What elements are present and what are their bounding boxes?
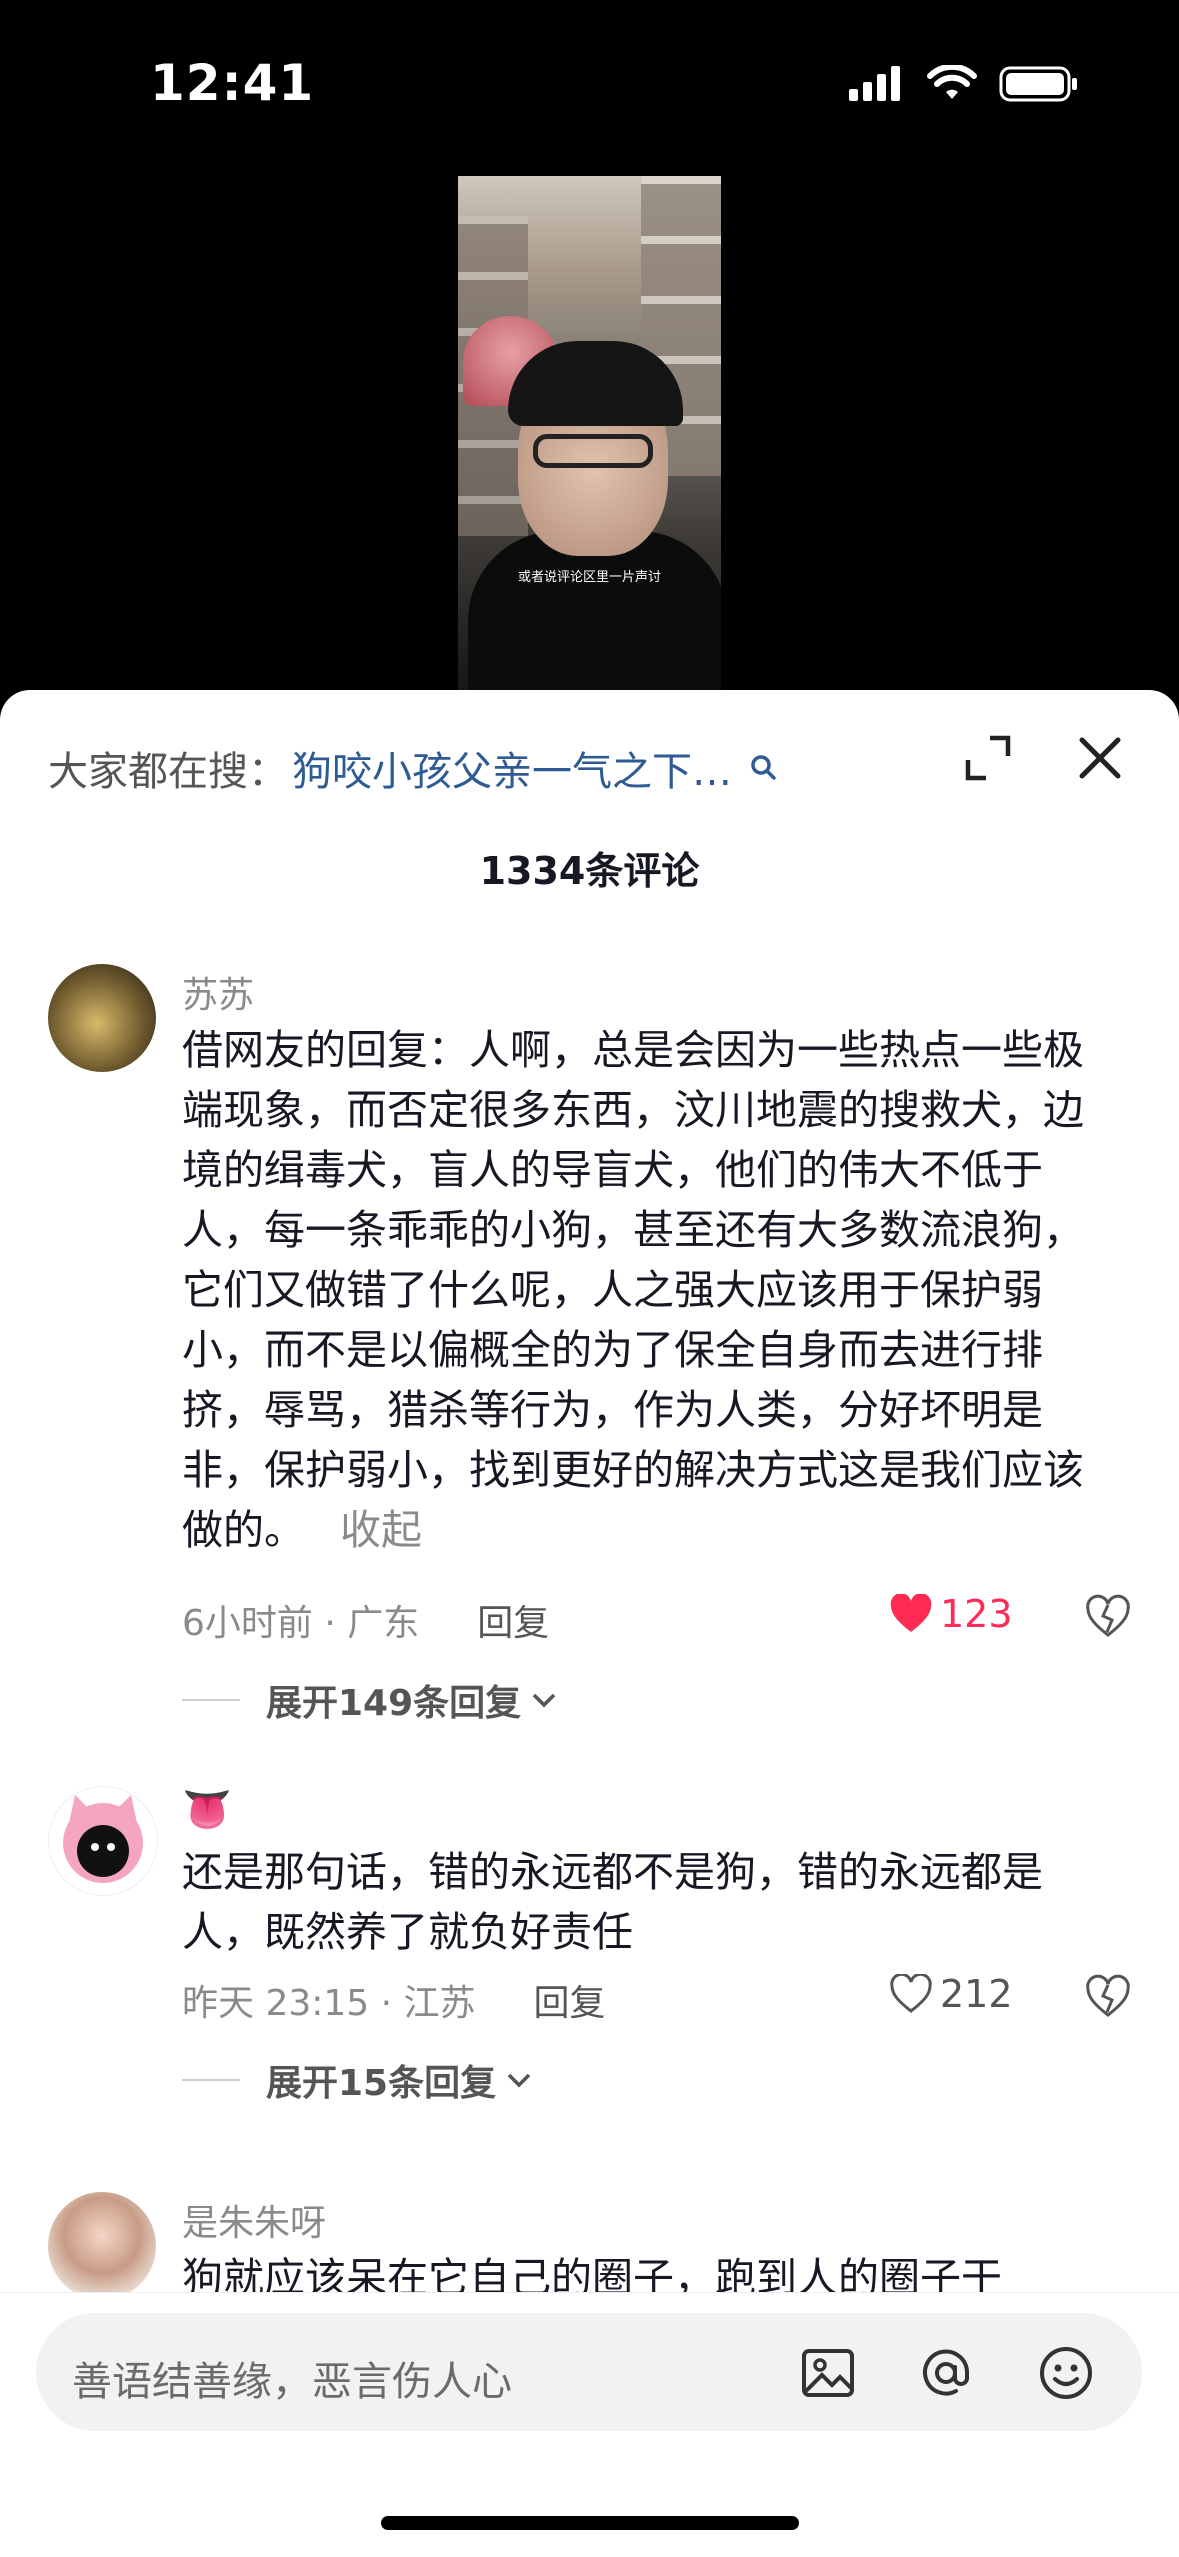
- like-button[interactable]: 123: [890, 1592, 1013, 1636]
- comment-username[interactable]: 是朱朱呀: [182, 2194, 326, 2246]
- like-count: 123: [940, 1592, 1013, 1636]
- expand-replies-button[interactable]: 展开15条回复: [182, 2054, 536, 2106]
- video-player[interactable]: 或者说评论区里一片声讨: [458, 176, 721, 696]
- comment-sheet: 大家都在搜： 狗咬小孩父亲一气之下… 1334条评论 苏苏 借网友的回复：人啊，…: [0, 690, 1179, 2556]
- video-caption: 或者说评论区里一片声讨: [517, 570, 661, 585]
- comment-meta: 昨天 23:15 · 江苏 回复: [182, 1974, 606, 2026]
- chevron-down-icon: [507, 2073, 531, 2088]
- comment-time-location: 6小时前 · 广东: [182, 1603, 420, 1644]
- home-indicator[interactable]: [381, 2516, 799, 2530]
- emoji-icon[interactable]: [1036, 2343, 1096, 2403]
- comment-body: 借网友的回复：人啊，总是会因为一些热点一些极端现象，而否定很多东西，汶川地震的搜…: [182, 1026, 1084, 1554]
- search-icon[interactable]: [748, 753, 778, 783]
- comment-username[interactable]: 苏苏: [182, 966, 254, 1018]
- signal-icon: [849, 66, 900, 101]
- collapse-button[interactable]: 收起: [340, 1506, 422, 1554]
- avatar[interactable]: [48, 2192, 156, 2300]
- dislike-icon[interactable]: [1085, 1594, 1131, 1640]
- expand-replies-label: 展开15条回复: [266, 2063, 497, 2104]
- expand-replies-button[interactable]: 展开149条回复: [182, 1674, 561, 1726]
- trending-search[interactable]: 大家都在搜： 狗咬小孩父亲一气之下…: [48, 738, 949, 798]
- reply-button[interactable]: 回复: [477, 1594, 549, 1646]
- status-bar: 12:41: [0, 0, 1179, 170]
- reply-button[interactable]: 回复: [534, 1974, 606, 2026]
- comment-text: 借网友的回复：人啊，总是会因为一些热点一些极端现象，而否定很多东西，汶川地震的搜…: [182, 1020, 1112, 1560]
- comment-text: 还是那句话，错的永远都不是狗，错的永远都是人，既然养了就负好责任: [182, 1842, 1112, 1962]
- expand-replies-label: 展开149条回复: [266, 1683, 522, 1724]
- comment-time-location: 昨天 23:15 · 江苏: [182, 1983, 476, 2024]
- comment-body: 还是那句话，错的永远都不是狗，错的永远都是人，既然养了就负好责任: [182, 1848, 1043, 1956]
- expand-icon[interactable]: [960, 730, 1016, 786]
- chevron-down-icon: [532, 1693, 556, 1708]
- at-icon[interactable]: [916, 2343, 976, 2403]
- like-button[interactable]: 212: [890, 1972, 1013, 2016]
- comment-input-placeholder: 善语结善缘，恶言伤人心: [72, 2359, 512, 2405]
- search-label: 大家都在搜：: [48, 749, 288, 795]
- wifi-icon: [927, 65, 977, 99]
- comment-meta: 6小时前 · 广东 回复: [182, 1594, 549, 1646]
- heart-icon: [890, 1974, 932, 2013]
- heart-icon: [890, 1594, 932, 1632]
- comment-username[interactable]: 👅: [182, 1786, 232, 1833]
- like-count: 212: [940, 1972, 1013, 2016]
- dislike-icon[interactable]: [1085, 1974, 1131, 2020]
- avatar[interactable]: [48, 964, 156, 1072]
- battery-icon: [999, 66, 1077, 102]
- avatar[interactable]: [48, 1786, 158, 1896]
- comment-count: 1334条评论: [479, 849, 700, 893]
- close-icon[interactable]: [1070, 728, 1130, 788]
- comment-input[interactable]: 善语结善缘，恶言伤人心: [36, 2313, 1142, 2431]
- status-time: 12:41: [150, 54, 315, 112]
- status-icons: [847, 64, 1079, 104]
- image-icon[interactable]: [798, 2343, 858, 2403]
- search-query[interactable]: 狗咬小孩父亲一气之下…: [292, 739, 732, 797]
